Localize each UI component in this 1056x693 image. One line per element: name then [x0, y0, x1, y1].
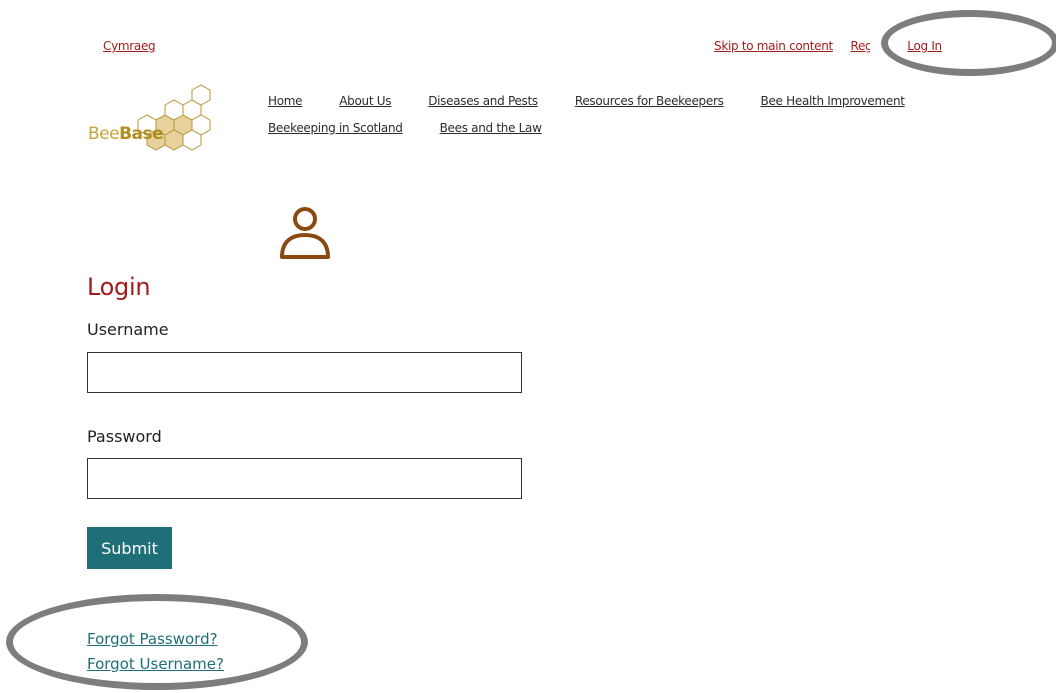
password-input[interactable]: [87, 458, 522, 499]
user-icon: [280, 207, 330, 259]
nav-row-2: Beekeeping in Scotland Bees and the Law: [268, 121, 908, 148]
forgot-username-link[interactable]: Forgot Username?: [87, 655, 224, 673]
nav-bees-and-the-law[interactable]: Bees and the Law: [440, 121, 542, 135]
nav-home[interactable]: Home: [268, 94, 303, 108]
username-label: Username: [87, 320, 169, 339]
logo-text-base: Base: [119, 124, 164, 144]
nav-beekeeping-in-scotland[interactable]: Beekeeping in Scotland: [268, 121, 403, 135]
page-title: Login: [87, 273, 151, 301]
primary-nav: Home About Us Diseases and Pests Resourc…: [268, 94, 908, 148]
logo-text: BeeBase: [88, 124, 164, 144]
utility-links: Skip to main content Regist Log In: [714, 39, 956, 53]
nav-bee-health-improvement[interactable]: Bee Health Improvement: [761, 94, 905, 108]
submit-button[interactable]: Submit: [87, 527, 172, 569]
username-input[interactable]: [87, 352, 522, 393]
nav-row-1: Home About Us Diseases and Pests Resourc…: [268, 94, 908, 121]
nav-resources-for-beekeepers[interactable]: Resources for Beekeepers: [575, 94, 724, 108]
language-link-cymraeg[interactable]: Cymraeg: [103, 39, 156, 53]
password-label: Password: [87, 427, 162, 446]
nav-diseases-and-pests[interactable]: Diseases and Pests: [428, 94, 538, 108]
logo-text-bee: Bee: [88, 124, 120, 144]
forgot-password-link[interactable]: Forgot Password?: [87, 630, 218, 648]
skip-to-main-link[interactable]: Skip to main content: [714, 39, 833, 53]
login-page: Cymraeg Skip to main content Regist Log …: [0, 0, 1056, 693]
beebase-logo[interactable]: BeeBase: [86, 84, 216, 152]
annotation-mask: [870, 37, 900, 57]
login-link[interactable]: Log In: [907, 39, 942, 53]
nav-about-us[interactable]: About Us: [339, 94, 391, 108]
